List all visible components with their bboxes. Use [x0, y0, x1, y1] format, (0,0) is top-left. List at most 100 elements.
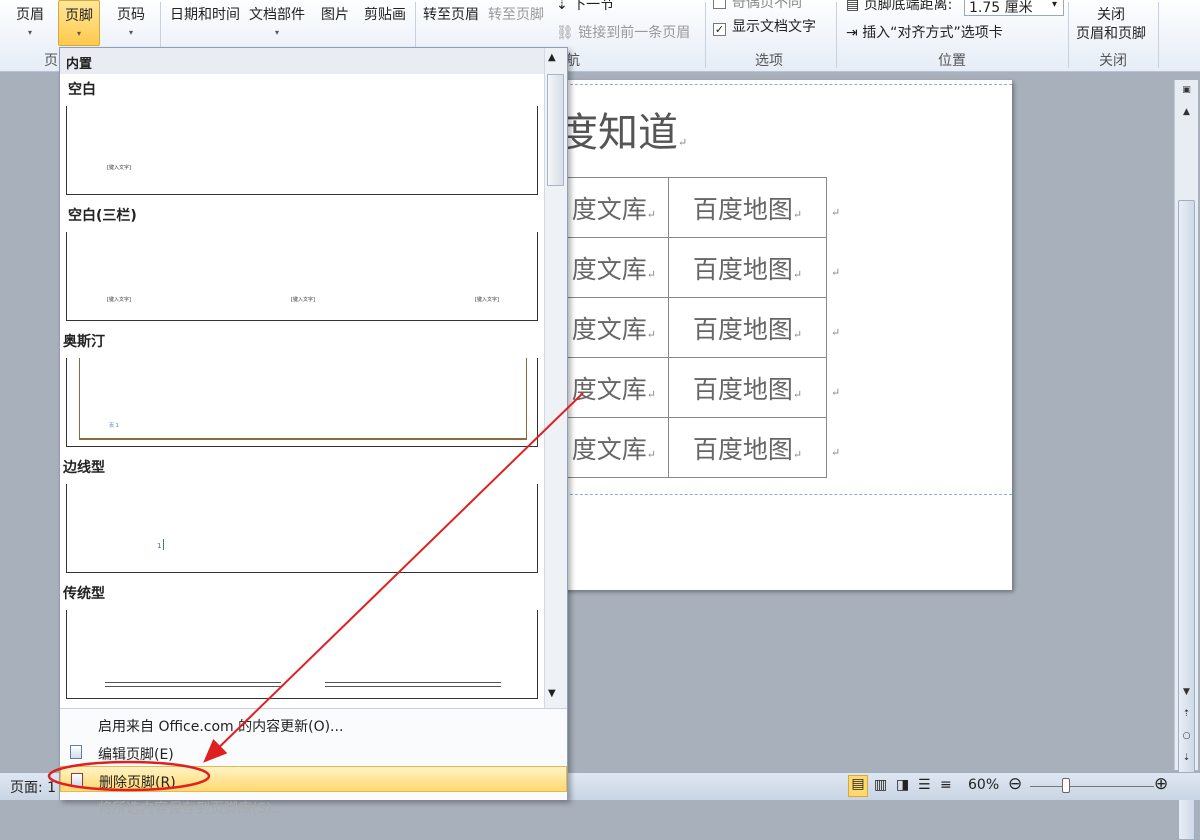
zoom-slider[interactable]	[1030, 786, 1154, 787]
gallery-item-blank[interactable]: [键入文字]	[66, 106, 538, 195]
link-icon: ⛓	[556, 25, 579, 41]
header-button[interactable]: 页眉 ▾	[16, 4, 44, 37]
zoom-level[interactable]: 60%	[968, 777, 999, 793]
group-label-navigation: 航	[566, 53, 580, 69]
row-end-mark: ↵	[827, 178, 841, 238]
cell-text: 百度地图	[692, 434, 793, 464]
table-cell[interactable]: 百度地图↵	[668, 297, 827, 358]
gallery-item-blank-three-column[interactable]: [键入文字] [键入文字] [键入文字]	[66, 232, 538, 321]
remove-footer-icon	[71, 773, 83, 787]
paragraph-mark: ↵	[792, 327, 803, 341]
footer-distance-icon: ▤	[846, 0, 864, 13]
table-cell[interactable]: 百度地图↵	[668, 237, 827, 298]
quick-parts-button[interactable]: 文档部件 ▾	[249, 4, 305, 37]
cell-text: 百度地图	[692, 374, 793, 404]
document-table[interactable]: 度文库↵ 百度地图↵ ↵ 度文库↵ 百度地图↵ ↵ 度文库↵ 百度地图↵ ↵ 度文库↵ 百度地图↵ ↵…	[520, 177, 841, 478]
zoom-slider-thumb[interactable]	[1062, 778, 1070, 793]
cell-text: 度文库	[571, 434, 647, 464]
table-cell[interactable]: 百度地图↵	[668, 177, 827, 238]
odd-even-checkbox[interactable]: 奇偶页不同	[713, 0, 802, 12]
cell-text: 度文库	[571, 254, 647, 284]
zoom-out-icon[interactable]: ⊖	[1008, 776, 1022, 793]
footer-button[interactable]: 页脚 ▾	[58, 0, 100, 46]
scroll-thumb[interactable]	[1178, 200, 1195, 840]
edit-footer-icon	[70, 745, 82, 759]
placeholder-text: [键入文字]	[291, 297, 315, 303]
insert-align-tab-button[interactable]: ⇥ 插入“对齐方式”选项卡	[846, 22, 1003, 42]
group-label-header-footer: 页	[44, 53, 58, 69]
group-label-close: 关闭	[1099, 53, 1127, 69]
page-indicator[interactable]: 页面: 1	[10, 777, 56, 797]
scroll-thumb[interactable]	[547, 74, 564, 186]
zoom-in-icon[interactable]: ⊕	[1154, 776, 1168, 793]
gallery-item-label: 传统型	[63, 586, 105, 602]
row-end-mark: ↵	[827, 358, 841, 418]
gallery-scrollbar[interactable]: ▲ ▼	[544, 48, 567, 708]
placeholder-text: 页 1	[109, 423, 119, 429]
placeholder-text: [键入文字]	[107, 297, 131, 303]
scroll-down-icon[interactable]: ▼	[548, 688, 556, 699]
ruler-toggle-icon[interactable]: ▣	[1178, 82, 1195, 98]
page-number-button[interactable]: 页码 ▾	[117, 4, 145, 37]
reading-view-icon[interactable]: ▥	[874, 777, 887, 793]
table-cell[interactable]: 百度地图↵	[668, 357, 827, 418]
table-row: 度文库↵ 百度地图↵ ↵	[520, 177, 841, 238]
update-office-content-item[interactable]: 启用来自 Office.com 的内容更新(O)...	[60, 711, 567, 737]
separator	[1158, 2, 1159, 68]
show-doc-text-checkbox[interactable]: ✓ 显示文档文字	[713, 16, 816, 36]
paragraph-mark: ↵	[831, 266, 841, 279]
gallery-item-label: 边线型	[63, 460, 105, 476]
sideline-bar	[163, 539, 164, 550]
clip-art-button[interactable]: 剪贴画	[364, 4, 406, 24]
footer-menu: 启用来自 Office.com 的内容更新(O)... 编辑页脚(E) 删除页脚…	[60, 708, 567, 817]
save-selection-item[interactable]: 将所选内容保存到页脚库(S)...	[60, 793, 567, 819]
row-end-mark: ↵	[827, 298, 841, 358]
goto-header-button[interactable]: 转至页眉	[423, 4, 479, 24]
outline-view-icon[interactable]: ☰	[918, 777, 931, 793]
cell-text: 度文库	[571, 314, 647, 344]
cell-text: 百度地图	[692, 254, 793, 284]
next-icon: ⇣	[556, 0, 573, 13]
next-page-icon[interactable]: ⇣	[1178, 750, 1195, 766]
scroll-up-icon[interactable]: ▲	[548, 52, 556, 63]
separator	[836, 2, 837, 68]
previous-page-icon[interactable]: ⇡	[1178, 706, 1195, 722]
link-previous-button[interactable]: ⛓ 链接到前一条页眉	[556, 22, 690, 42]
next-section-button[interactable]: ⇣ 下一节	[556, 0, 614, 14]
rule-line	[105, 686, 281, 687]
close-header-footer-button[interactable]: 关闭 页眉和页脚	[1076, 6, 1146, 44]
document-page[interactable]: 度知道↵ 度文库↵ 百度地图↵ ↵ 度文库↵ 百度地图↵ ↵ 度文库↵ 百度地图↵ ↵ 度文库↵ 百…	[520, 80, 1012, 590]
remove-footer-item[interactable]: 删除页脚(R)	[60, 766, 567, 792]
browse-object-icon[interactable]: ○	[1178, 728, 1195, 744]
gallery-item-traditional[interactable]	[66, 610, 538, 699]
chevron-down-icon: ▾	[274, 28, 279, 37]
paragraph-mark: ↵	[646, 267, 656, 281]
cell-text: 度文库	[571, 194, 647, 224]
checkbox-icon	[713, 0, 726, 9]
paragraph-mark: ↵	[831, 206, 841, 219]
footer-boundary	[520, 494, 1012, 495]
table-row: 度文库↵ 百度地图↵ ↵	[520, 357, 841, 418]
print-layout-view-icon[interactable]: ▤	[848, 775, 868, 797]
footer-distance-input[interactable]: 1.75 厘米 ▾	[964, 0, 1064, 16]
gallery-section-header: 内置	[60, 48, 544, 74]
row-end-mark: ↵	[827, 418, 841, 478]
edit-footer-item[interactable]: 编辑页脚(E)	[60, 739, 567, 765]
vertical-scrollbar[interactable]: ▣ ▲ ▼ ⇡ ○ ⇣	[1174, 80, 1198, 840]
placeholder-text: 1	[157, 542, 162, 550]
draft-view-icon[interactable]: ≡	[940, 777, 952, 793]
scroll-down-icon[interactable]: ▼	[1178, 684, 1195, 700]
paragraph-mark: ↵	[792, 447, 803, 461]
spin-down-icon[interactable]: ▾	[1052, 0, 1057, 10]
gallery-item-austin[interactable]: 页 1	[66, 358, 538, 447]
scroll-up-icon[interactable]: ▲	[1178, 104, 1195, 120]
table-cell[interactable]: 百度地图↵	[668, 417, 827, 478]
align-tab-icon: ⇥	[846, 25, 863, 41]
group-label-options: 选项	[755, 53, 783, 69]
web-layout-icon[interactable]: ◨	[896, 777, 909, 793]
chevron-down-icon: ▾	[128, 28, 133, 37]
picture-button[interactable]: 图片	[321, 4, 349, 24]
gallery-item-sideline[interactable]: 1	[66, 484, 538, 573]
goto-footer-button[interactable]: 转至页脚	[488, 4, 544, 24]
date-time-button[interactable]: 日期和时间	[170, 4, 240, 24]
